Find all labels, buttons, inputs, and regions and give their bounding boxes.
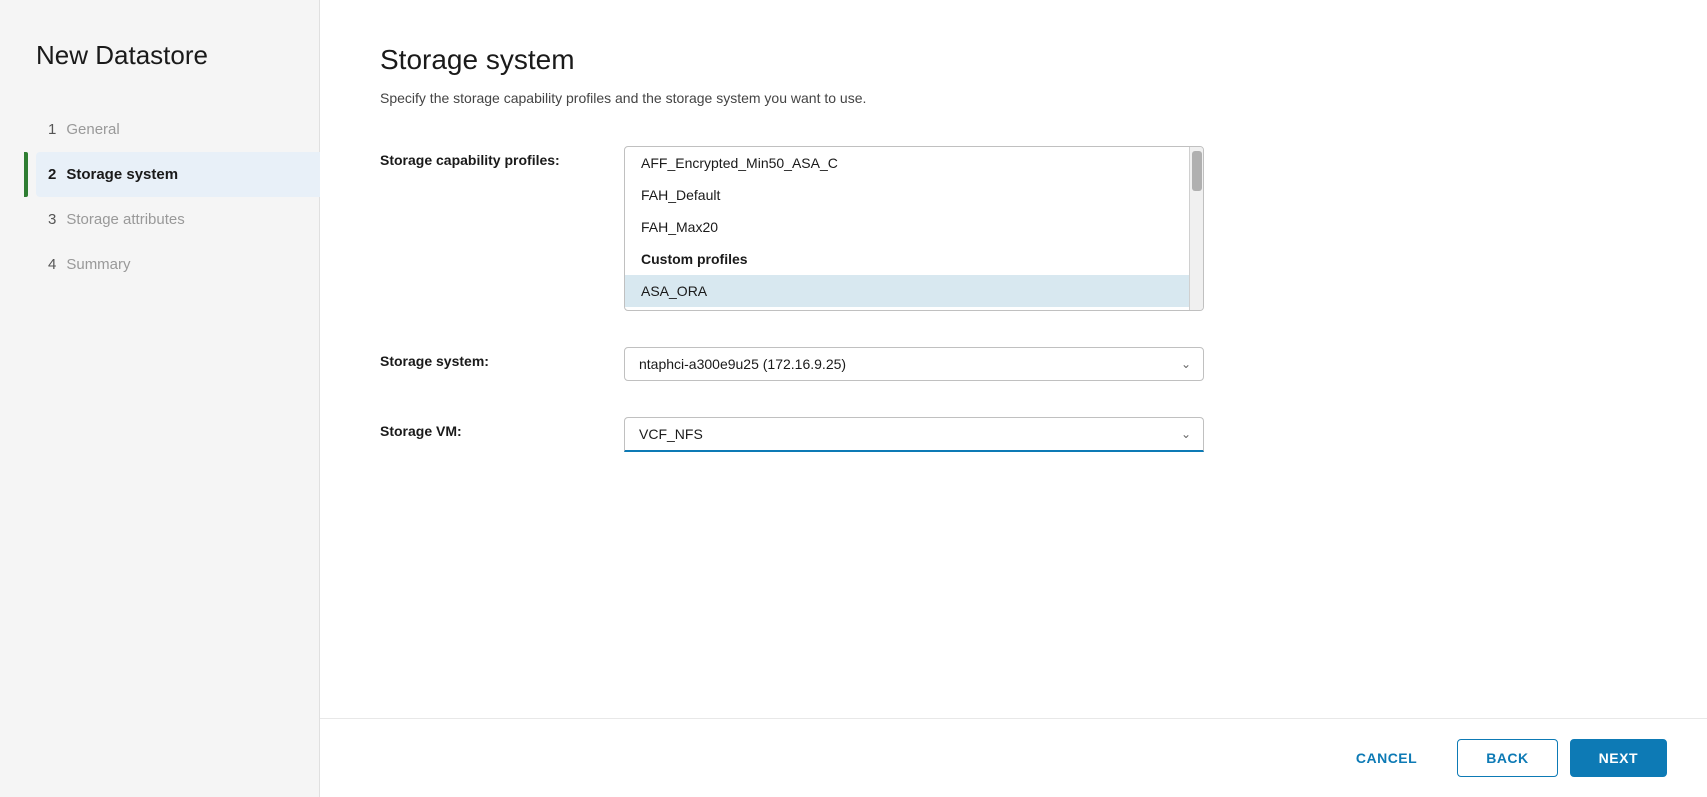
storage-vm-row: Storage VM: VCF_NFS ⌄ (380, 417, 1647, 452)
chevron-down-icon-vm: ⌄ (1181, 427, 1191, 441)
step-num-4: 4 (48, 256, 56, 273)
capability-profiles-listbox[interactable]: AFF_Encrypted_Min50_ASA_CFAH_DefaultFAH_… (624, 146, 1204, 311)
footer: CANCEL BACK NEXT (320, 718, 1707, 797)
storage-vm-value: VCF_NFS (639, 426, 703, 442)
nav-steps: 1 General 2 Storage system 3 Storage att… (36, 107, 319, 287)
step-label-storage-attributes: Storage attributes (66, 211, 184, 228)
capability-profiles-label: Storage capability profiles: (380, 146, 600, 168)
storage-vm-dropdown[interactable]: VCF_NFS ⌄ (624, 417, 1204, 452)
listbox-item[interactable]: ASA_ORA (625, 275, 1203, 307)
sidebar-item-storage-attributes[interactable]: 3 Storage attributes (36, 197, 319, 242)
listbox-item[interactable]: FAH_Max20 (625, 211, 1203, 243)
step-num-3: 3 (48, 211, 56, 228)
sidebar-item-storage-system[interactable]: 2 Storage system (36, 152, 320, 197)
sidebar: New Datastore 1 General 2 Storage system… (0, 0, 320, 797)
content-title: Storage system (380, 44, 1647, 76)
sidebar-item-general[interactable]: 1 General (36, 107, 319, 152)
capability-profiles-control: AFF_Encrypted_Min50_ASA_CFAH_DefaultFAH_… (624, 146, 1204, 311)
form-section: Storage capability profiles: AFF_Encrypt… (380, 146, 1647, 452)
back-button[interactable]: BACK (1457, 739, 1557, 777)
capability-profiles-row: Storage capability profiles: AFF_Encrypt… (380, 146, 1647, 311)
content-description: Specify the storage capability profiles … (380, 90, 1647, 106)
scrollbar-thumb (1192, 151, 1202, 191)
listbox-inner[interactable]: AFF_Encrypted_Min50_ASA_CFAH_DefaultFAH_… (625, 147, 1203, 310)
step-num-1: 1 (48, 121, 56, 138)
listbox-scrollbar (1189, 147, 1203, 310)
chevron-down-icon: ⌄ (1181, 357, 1191, 371)
step-label-general: General (66, 121, 119, 138)
storage-vm-control: VCF_NFS ⌄ (624, 417, 1204, 452)
sidebar-item-summary[interactable]: 4 Summary (36, 242, 319, 287)
storage-system-dropdown[interactable]: ntaphci-a300e9u25 (172.16.9.25) ⌄ (624, 347, 1204, 381)
storage-system-row: Storage system: ntaphci-a300e9u25 (172.1… (380, 347, 1647, 381)
step-label-summary: Summary (66, 256, 130, 273)
storage-vm-label: Storage VM: (380, 417, 600, 439)
storage-system-label: Storage system: (380, 347, 600, 369)
main-content: Storage system Specify the storage capab… (320, 0, 1707, 797)
storage-system-control: ntaphci-a300e9u25 (172.16.9.25) ⌄ (624, 347, 1204, 381)
listbox-item[interactable]: AFF_Encrypted_Min50_ASA_C (625, 147, 1203, 179)
step-label-storage-system: Storage system (66, 166, 178, 183)
listbox-item[interactable]: Custom profiles (625, 243, 1203, 275)
storage-system-value: ntaphci-a300e9u25 (172.16.9.25) (639, 356, 846, 372)
cancel-button[interactable]: CANCEL (1328, 740, 1445, 776)
next-button[interactable]: NEXT (1570, 739, 1667, 777)
listbox-item[interactable]: FAH_Default (625, 179, 1203, 211)
step-num-2: 2 (48, 166, 56, 183)
page-title: New Datastore (36, 40, 319, 71)
